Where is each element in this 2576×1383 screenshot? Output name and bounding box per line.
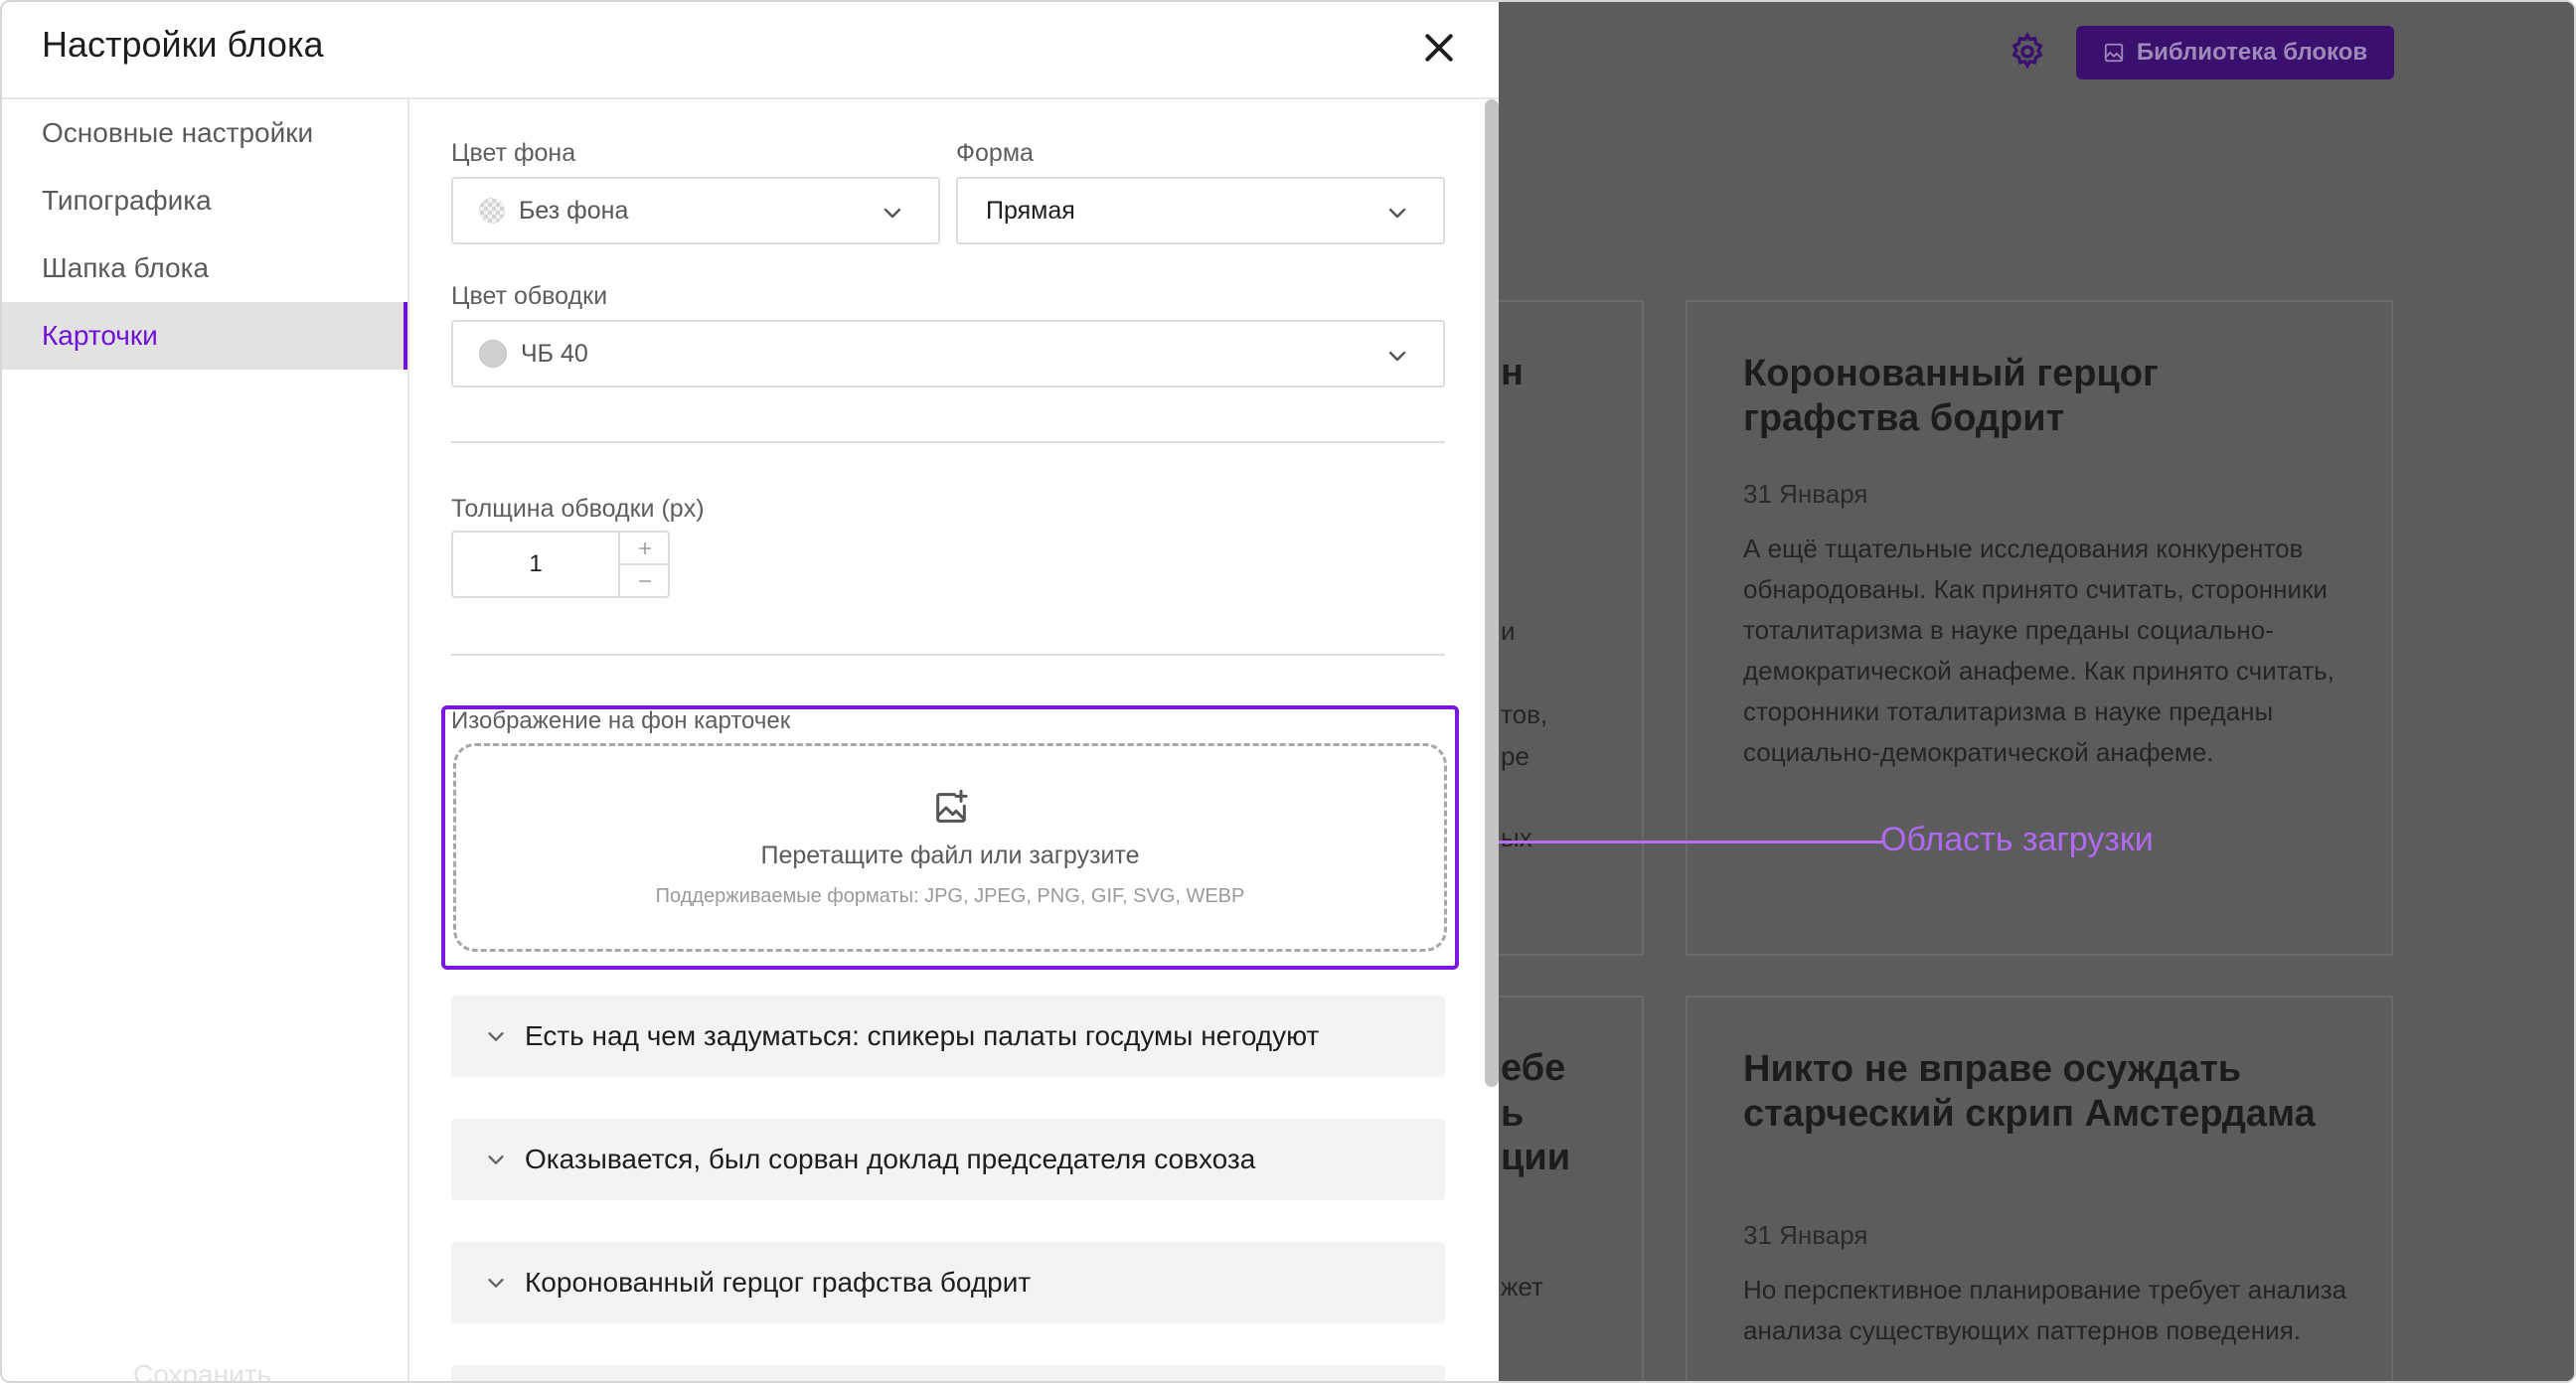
chevron-down-icon bbox=[488, 1155, 504, 1164]
bg-color-value: Без фона bbox=[519, 196, 629, 225]
card-accordion[interactable] bbox=[451, 1365, 1445, 1381]
accordion-title: Есть над чем задуматься: спикеры палаты … bbox=[525, 1020, 1320, 1051]
card-date: 31 Января bbox=[1743, 1220, 1868, 1250]
bg-fragment: жет bbox=[1501, 1272, 1543, 1302]
divider bbox=[451, 441, 1445, 443]
chevron-down-icon bbox=[1388, 351, 1406, 362]
block-library-button: Библиотека блоков bbox=[2076, 26, 2394, 79]
chevron-down-icon bbox=[488, 1032, 504, 1041]
card-accordion[interactable]: Есть над чем задуматься: спикеры палаты … bbox=[451, 996, 1445, 1077]
settings-content: Цвет фона Без фона Форма Прямая Цвет обв… bbox=[409, 99, 1499, 1381]
sidebar-item-basic-settings[interactable]: Основные настройки bbox=[2, 99, 407, 167]
block-library-label: Библиотека блоков bbox=[2136, 39, 2368, 66]
bg-fragment: ебе bbox=[1501, 1047, 1566, 1089]
card-text: Но перспективное планирование требует ан… bbox=[1743, 1275, 2347, 1345]
accordion-title: Оказывается, был сорван доклад председат… bbox=[525, 1144, 1256, 1174]
border-color-value: ЧБ 40 bbox=[521, 339, 588, 368]
callout-line bbox=[1465, 841, 1882, 844]
close-icon[interactable] bbox=[1419, 28, 1459, 68]
stepper-buttons bbox=[618, 533, 670, 596]
modal-title: Настройки блока bbox=[42, 24, 324, 65]
card-title: Никто не вправе осуждать старческий скри… bbox=[1743, 1048, 2316, 1135]
chevron-down-icon bbox=[1388, 208, 1406, 219]
bg-fragment: и bbox=[1501, 616, 1516, 646]
bg-fragment: ь bbox=[1501, 1093, 1525, 1135]
add-image-icon bbox=[936, 789, 968, 823]
bg-fragment: ре bbox=[1501, 741, 1530, 771]
sidebar-item-block-header[interactable]: Шапка блока bbox=[2, 234, 407, 302]
minus-icon bbox=[639, 579, 651, 582]
image-icon bbox=[2104, 43, 2123, 63]
card-image-label: Изображение на фон карточек bbox=[451, 707, 791, 734]
border-color-label: Цвет обводки bbox=[451, 282, 608, 310]
bg-fragment: ции bbox=[1501, 1137, 1571, 1178]
dropzone-formats: Поддерживаемые форматы: JPG, JPEG, PNG, … bbox=[655, 885, 1245, 907]
decrement-button[interactable] bbox=[620, 565, 670, 596]
border-width-label: Толщина обводки (px) bbox=[451, 495, 705, 523]
card-title: Коронованный герцог графства бодрит bbox=[1743, 353, 2159, 439]
border-color-select[interactable]: ЧБ 40 bbox=[451, 320, 1445, 387]
sidebar-item-typography[interactable]: Типографика bbox=[2, 167, 407, 234]
bg-fragment: тов, bbox=[1501, 699, 1548, 729]
file-dropzone[interactable]: Перетащите файл или загрузите Поддержива… bbox=[453, 743, 1447, 952]
dropzone-text: Перетащите файл или загрузите bbox=[760, 842, 1140, 869]
bg-color-select[interactable]: Без фона bbox=[451, 177, 940, 244]
sidebar-item-cards[interactable]: Карточки bbox=[2, 302, 407, 370]
card-accordion[interactable]: Оказывается, был сорван доклад председат… bbox=[451, 1119, 1445, 1200]
transparent-swatch-icon bbox=[479, 198, 505, 224]
divider bbox=[451, 654, 1445, 656]
scrollbar[interactable] bbox=[1485, 99, 1499, 1087]
gray-swatch-icon bbox=[479, 340, 507, 368]
chevron-down-icon bbox=[488, 1279, 504, 1288]
settings-sidebar: Основные настройки Типографика Шапка бло… bbox=[2, 99, 409, 1381]
shape-label: Форма bbox=[956, 139, 1034, 167]
callout-label: Область загрузки bbox=[1880, 821, 2154, 858]
chevron-down-icon bbox=[884, 208, 901, 219]
save-button[interactable]: Сохранить bbox=[133, 1359, 271, 1381]
modal-header: Настройки блока bbox=[2, 2, 1499, 99]
bg-fragment: н bbox=[1501, 352, 1524, 393]
gear-icon bbox=[2012, 32, 2043, 70]
border-width-input[interactable]: 1 bbox=[453, 533, 618, 596]
bg-fragment: ых bbox=[1501, 823, 1532, 852]
card-text: А ещё тщательные исследования конкуренто… bbox=[1743, 534, 2334, 767]
bg-color-label: Цвет фона bbox=[451, 139, 576, 167]
block-settings-modal: Настройки блока Основные настройки Типог… bbox=[0, 0, 1499, 1383]
accordion-title: Коронованный герцог графства бодрит bbox=[525, 1267, 1032, 1298]
shape-select[interactable]: Прямая bbox=[956, 177, 1445, 244]
border-width-stepper: 1 bbox=[451, 531, 670, 598]
plus-icon bbox=[639, 541, 651, 554]
increment-button[interactable] bbox=[620, 533, 670, 565]
bg-card: Никто не вправе осуждать старческий скри… bbox=[1686, 996, 2393, 1381]
card-date: 31 Января bbox=[1743, 479, 1868, 509]
card-accordion[interactable]: Коронованный герцог графства бодрит bbox=[451, 1242, 1445, 1323]
shape-value: Прямая bbox=[986, 196, 1075, 225]
